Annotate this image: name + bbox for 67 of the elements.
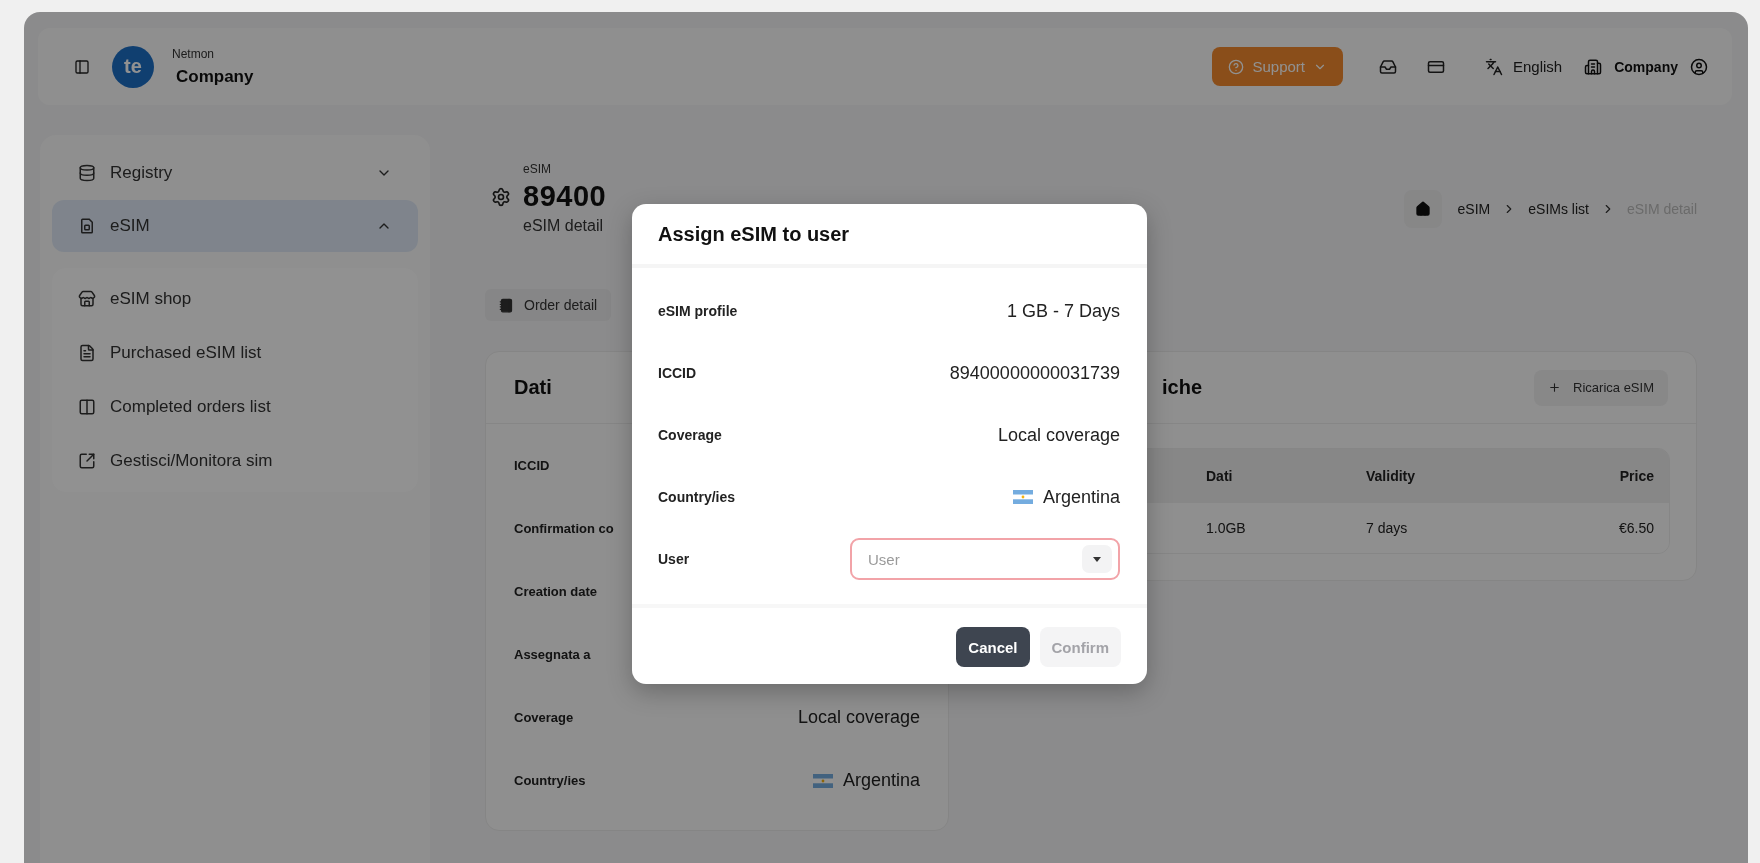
- account-button[interactable]: Company: [1584, 57, 1708, 76]
- user-select-field[interactable]: User: [850, 538, 1120, 580]
- order-detail-button[interactable]: Order detail: [485, 289, 612, 321]
- argentina-flag-icon: [812, 773, 833, 788]
- home-button[interactable]: [1403, 190, 1442, 228]
- settings-icon: [491, 186, 511, 207]
- page-title: 89400: [523, 180, 607, 213]
- document-icon: [78, 344, 96, 362]
- column-header: Validity: [1366, 468, 1417, 484]
- translate-icon: [1485, 57, 1503, 76]
- field-value: 89400000000031739: [949, 362, 1120, 384]
- home-icon: [1414, 201, 1431, 217]
- card-title: iche: [1161, 376, 1204, 399]
- table-cell-text: 7 days: [1366, 520, 1409, 536]
- cancel-button[interactable]: Cancel: [956, 627, 1030, 667]
- field-label: eSIM profile: [658, 303, 738, 319]
- argentina-flag-icon: [1012, 490, 1033, 504]
- brand-name: Company: [176, 66, 254, 87]
- country-value: Argentina: [1042, 486, 1120, 508]
- building-icon: [1584, 57, 1603, 76]
- recharge-button[interactable]: Ricarica eSIM: [1534, 369, 1668, 406]
- language-button[interactable]: English: [1485, 57, 1563, 76]
- field-label: Coverage: [658, 427, 722, 443]
- store-icon: [78, 290, 96, 308]
- sim-card-icon: [78, 217, 96, 235]
- page-overline: eSIM: [523, 162, 551, 176]
- table-cell-text: 1.0GB: [1206, 520, 1247, 536]
- dialog-title: Assign eSIM to user: [658, 222, 850, 246]
- field-label: Country/ies: [514, 773, 586, 788]
- field-label: Creation date: [514, 584, 598, 599]
- inbox-icon: [1379, 57, 1397, 76]
- page-subtitle: eSIM detail: [523, 217, 604, 235]
- field-label: User: [658, 551, 690, 567]
- columns-icon: [78, 398, 96, 416]
- database-icon: [78, 164, 96, 182]
- dropdown-button[interactable]: [1082, 545, 1112, 573]
- column-header: Price: [1619, 468, 1654, 484]
- table-cell: €6.50: [1618, 520, 1654, 536]
- submenu-item[interactable]: eSIM shop: [52, 272, 418, 326]
- field-label: Country/ies: [658, 489, 735, 505]
- field-label: Coverage: [514, 710, 574, 725]
- breadcrumb-link[interactable]: eSIMs list: [1528, 201, 1589, 217]
- card-title: Dati: [514, 376, 553, 399]
- sidebar-item[interactable]: Registry: [52, 147, 418, 199]
- help-icon: [1228, 58, 1245, 75]
- breadcrumb-link[interactable]: eSIM: [1457, 201, 1491, 217]
- user-icon: [1690, 57, 1708, 76]
- sidebar-item[interactable]: eSIM: [52, 200, 418, 252]
- caret-icon: [1093, 556, 1101, 562]
- field-label: Confirmation co: [514, 521, 614, 536]
- field-label: ICCID: [514, 458, 550, 473]
- sidebar-toggle-icon[interactable]: [74, 58, 90, 75]
- external-link-icon: [78, 452, 96, 470]
- logo: te: [112, 45, 154, 88]
- brand-caption: Netmon: [172, 46, 216, 61]
- plus-icon: [1548, 381, 1562, 394]
- field-value: Local coverage: [997, 424, 1120, 446]
- submenu-item[interactable]: Gestisci/Monitora sim: [52, 434, 418, 488]
- submenu-item[interactable]: Completed orders list: [52, 380, 418, 434]
- field-value: Local coverage: [797, 707, 920, 728]
- column-header: Dati: [1206, 468, 1234, 484]
- field-value: 1 GB - 7 Days: [1006, 300, 1120, 322]
- country-value: Argentina: [842, 770, 920, 791]
- field-label: Assegnata a: [514, 647, 591, 662]
- field-label: ICCID: [658, 365, 697, 381]
- notebook-icon: [499, 297, 514, 313]
- submenu-item[interactable]: Purchased eSIM list: [52, 326, 418, 380]
